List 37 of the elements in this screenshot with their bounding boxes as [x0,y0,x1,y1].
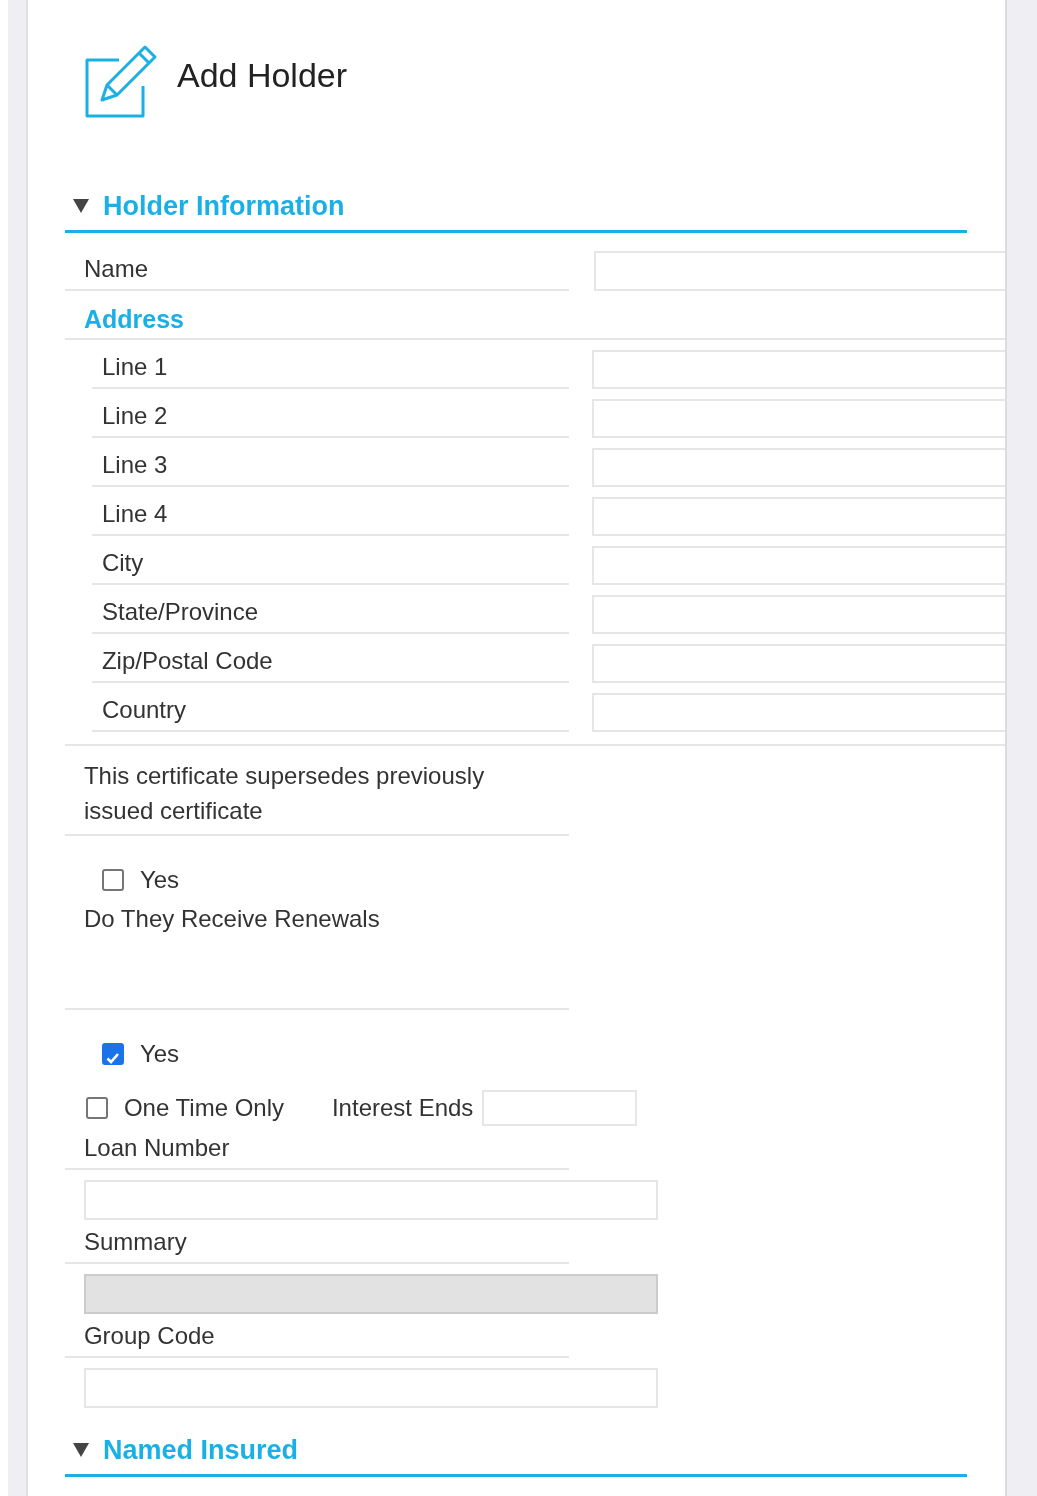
checkbox[interactable] [85,1097,108,1119]
question-text: Do They Receive Renewals [83,905,380,932]
group-heading: Address [82,305,184,335]
field-label: Interest Ends [331,1094,474,1122]
checkbox[interactable] [101,1043,124,1065]
question-text: This certificate supersedes previously issued certificate [83,761,486,826]
field-label: Zip/Postal Code [91,647,569,683]
caret-icon[interactable] [72,1443,89,1457]
field-label: Country [91,696,569,732]
input-field[interactable] [83,1180,658,1220]
field-label: Name [64,255,569,291]
checkbox-label[interactable]: Yes [139,866,180,894]
page-title: Add Holder [176,55,348,95]
input-field[interactable] [591,350,1006,389]
input-field[interactable] [591,497,1006,536]
field-label: City [91,549,569,585]
field-label: State/Province [91,598,569,634]
checkbox-label[interactable]: One Time Only [123,1094,332,1122]
field-label: Group Code [64,1314,569,1358]
field-label: Line 1 [91,353,569,389]
input-field[interactable] [591,448,1006,487]
checkbox[interactable] [101,869,124,891]
field-label: Summary [64,1220,569,1264]
caret-icon[interactable] [72,199,89,213]
input-field[interactable] [593,251,1006,291]
field-label: Line 4 [91,500,569,536]
input-field[interactable] [591,693,1006,732]
input-field[interactable] [482,1090,638,1126]
field-label: Line 3 [91,451,569,487]
input-field[interactable] [591,399,1006,438]
input-field[interactable] [83,1368,658,1408]
input-field[interactable] [591,644,1006,683]
field-label: Line 2 [91,402,569,438]
input-field[interactable] [591,595,1006,634]
field-label: Loan Number [64,1126,569,1170]
input-field[interactable] [591,546,1006,585]
checkbox-label[interactable]: Yes [139,1040,180,1068]
